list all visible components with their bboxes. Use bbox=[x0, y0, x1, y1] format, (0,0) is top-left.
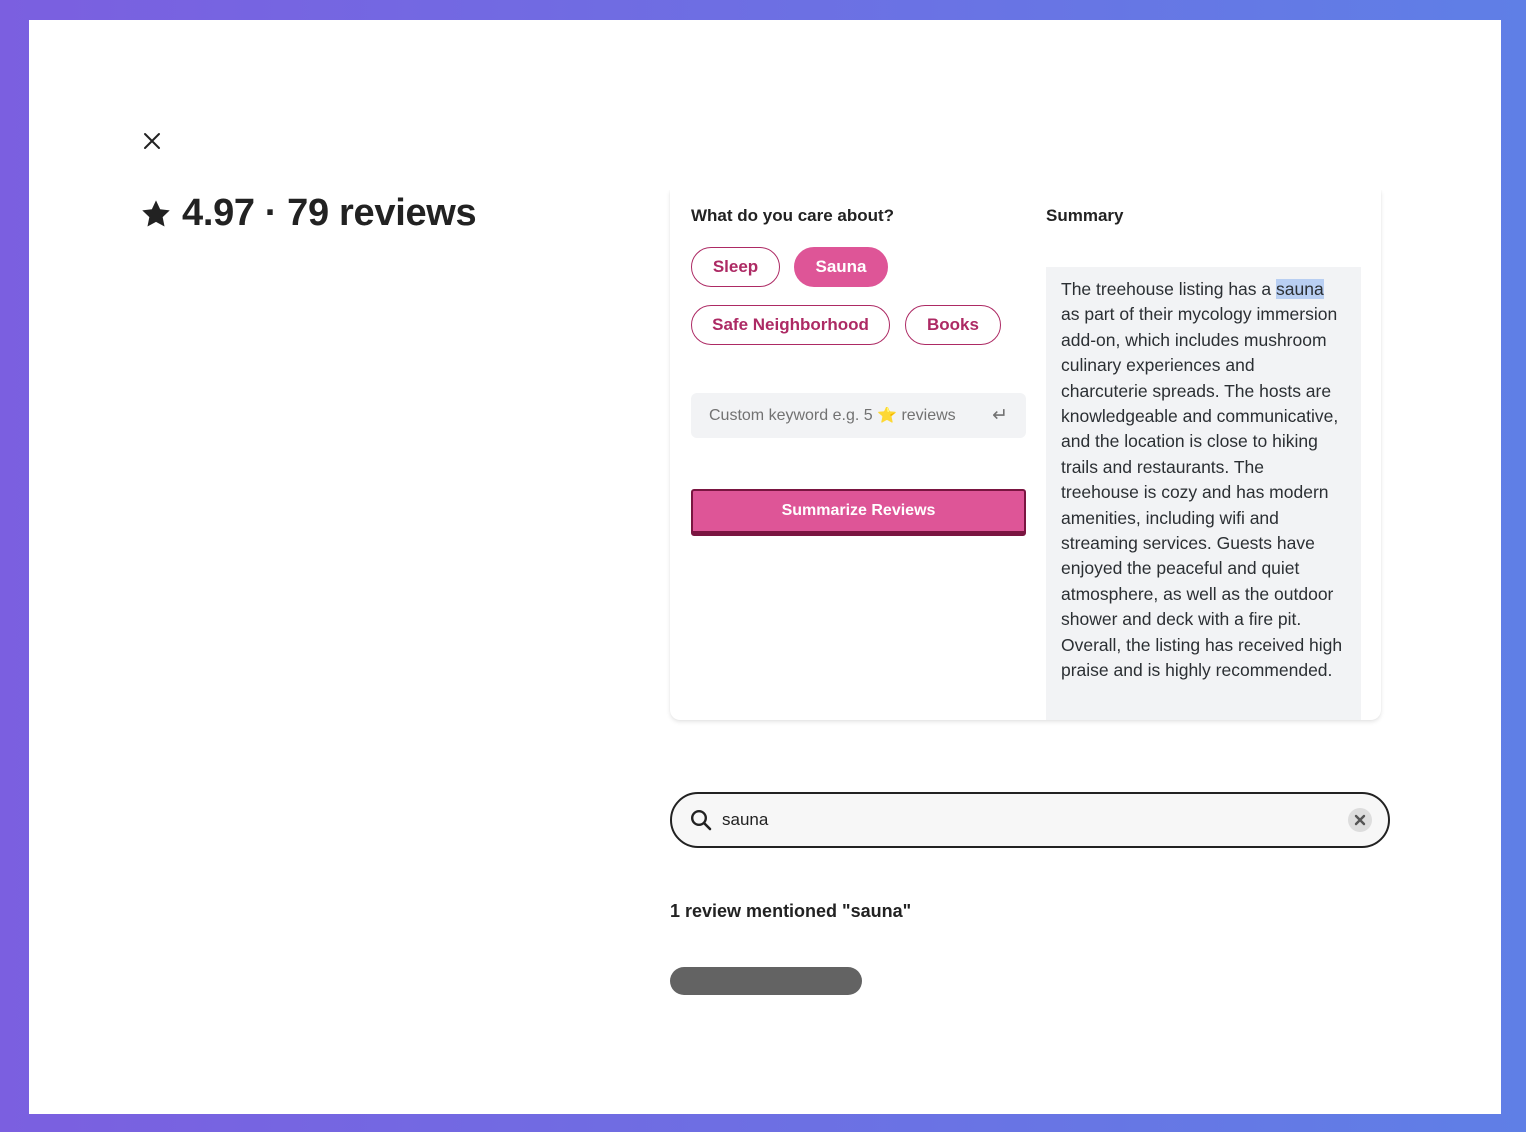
rating-heading: 4.97 · 79 reviews bbox=[140, 192, 477, 235]
chip-sauna[interactable]: Sauna bbox=[794, 247, 888, 287]
care-title: What do you care about? bbox=[691, 206, 895, 225]
summary-text-start: The treehouse listing has a bbox=[1061, 279, 1276, 299]
chip-safe-neighborhood[interactable]: Safe Neighborhood bbox=[691, 305, 890, 345]
ai-summary-panel: What do you care about? Sleep Sauna Safe… bbox=[664, 180, 1387, 720]
close-icon bbox=[144, 133, 160, 149]
summary-highlight: sauna bbox=[1276, 279, 1324, 299]
mentions-count: 1 review mentioned "sauna" bbox=[670, 901, 912, 921]
enter-icon[interactable]: ↵ bbox=[992, 404, 1008, 427]
custom-keyword-input[interactable] bbox=[709, 406, 985, 425]
loading-skeleton bbox=[670, 967, 862, 995]
reviews-count: 79 reviews bbox=[287, 192, 477, 234]
close-button[interactable] bbox=[139, 128, 165, 154]
rating-value: 4.97 bbox=[182, 192, 255, 234]
star-icon bbox=[140, 198, 172, 230]
summarize-reviews-button[interactable]: Summarize Reviews bbox=[691, 489, 1026, 536]
rating-separator: · bbox=[264, 192, 278, 234]
chip-sleep[interactable]: Sleep bbox=[691, 247, 780, 287]
chip-books[interactable]: Books bbox=[905, 305, 1001, 345]
review-search-bar bbox=[670, 792, 1390, 848]
summary-text: The treehouse listing has a sauna as par… bbox=[1046, 267, 1361, 720]
clear-icon bbox=[1354, 814, 1366, 826]
clear-search-button[interactable] bbox=[1348, 808, 1372, 832]
reviews-modal: 4.97 · 79 reviews What do you care about… bbox=[29, 20, 1501, 1114]
panel-top-mask bbox=[664, 180, 1387, 190]
search-icon bbox=[690, 809, 712, 831]
summary-title: Summary bbox=[1046, 206, 1124, 225]
custom-keyword-field: ↵ bbox=[691, 393, 1026, 438]
summary-text-end: as part of their mycology immersion add-… bbox=[1061, 304, 1343, 681]
review-search-input[interactable] bbox=[722, 810, 1348, 830]
